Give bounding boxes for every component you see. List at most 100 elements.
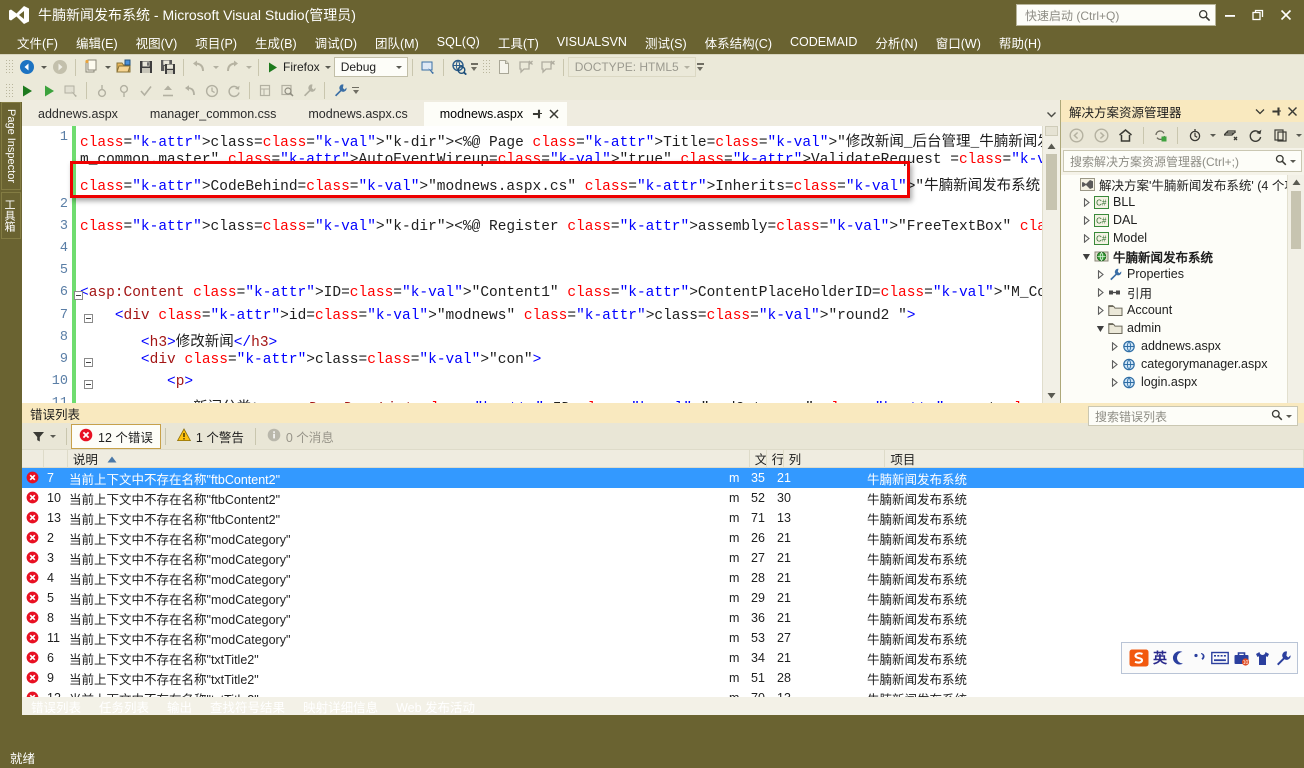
column-header-icon[interactable] [22, 449, 44, 468]
tree-node-4[interactable]: C# Model [1061, 229, 1287, 247]
menu-item-7[interactable]: 团队(M) [366, 30, 428, 55]
panel-tab-1[interactable]: 错误列表 [22, 696, 90, 717]
history-icon[interactable] [201, 80, 223, 101]
menu-item-2[interactable]: 编辑(E) [67, 30, 127, 55]
menu-item-14[interactable]: 分析(N) [866, 30, 926, 55]
tree-node-2[interactable]: C# BLL [1061, 193, 1287, 211]
toolbar-grip[interactable] [5, 59, 13, 75]
toolbar-grip[interactable] [481, 59, 490, 75]
step-out-icon[interactable] [157, 80, 179, 101]
browse-with-icon[interactable] [448, 57, 470, 78]
solution-explorer-search-input[interactable]: 搜索解决方案资源管理器(Ctrl+;) [1063, 150, 1302, 172]
tree-node-1[interactable]: 解决方案'牛腩新闻发布系统' (4 个项 [1061, 175, 1287, 193]
forward-icon[interactable] [1090, 124, 1114, 146]
sogou-logo-icon[interactable] [1126, 645, 1152, 671]
sogou-ime-toolbar[interactable]: 英 10 [1121, 642, 1298, 674]
ime-mode-label[interactable]: 英 [1153, 648, 1167, 668]
chevron-right-icon[interactable] [1093, 267, 1107, 281]
chevron-right-icon[interactable] [1107, 375, 1121, 389]
column-header-line[interactable]: 行 [767, 449, 784, 468]
toolbar-overflow-button[interactable] [470, 58, 479, 76]
quick-launch-input[interactable]: 快速启动 (Ctrl+Q) [1016, 4, 1216, 26]
tree-node-7[interactable]: 引用 [1061, 283, 1287, 301]
error-row[interactable]: 7 当前上下文中不存在名称"ftbContent2" m 35 21 牛腩新闻发布系统 [22, 468, 1304, 488]
save-icon[interactable] [135, 57, 157, 78]
collapse-all-icon[interactable] [1269, 124, 1293, 146]
error-row[interactable]: 11 当前上下文中不存在名称"modCategory" m 53 27 牛腩新闻发布系统 [22, 628, 1304, 648]
close-button[interactable] [1272, 2, 1300, 28]
preview-icon[interactable] [276, 80, 298, 101]
navigate-backward-dropdown[interactable] [38, 57, 49, 77]
chevron-right-icon[interactable] [1079, 195, 1093, 209]
attach-process-icon[interactable] [417, 57, 439, 78]
refresh-icon[interactable] [1244, 124, 1268, 146]
chevron-right-icon[interactable] [1107, 339, 1121, 353]
dock-tab-1[interactable]: Page Inspector [1, 102, 21, 190]
panel-menu-icon[interactable] [1252, 103, 1268, 119]
remove-comment-icon[interactable] [537, 57, 559, 78]
error-row[interactable]: 2 当前上下文中不存在名称"modCategory" m 26 21 牛腩新闻发布系统 [22, 528, 1304, 548]
menu-item-6[interactable]: 调试(D) [306, 30, 366, 55]
editor-split-handle[interactable] [1045, 126, 1058, 136]
breakpoint-down-icon[interactable] [113, 80, 135, 101]
add-comment-icon[interactable] [515, 57, 537, 78]
panel-tab-5[interactable]: 映射详细信息 [294, 696, 387, 717]
moon-icon[interactable] [1168, 645, 1188, 671]
undo-icon[interactable] [188, 57, 210, 78]
refresh-icon[interactable] [223, 80, 245, 101]
settings-wrench-icon[interactable] [329, 80, 351, 101]
close-icon[interactable] [1284, 103, 1300, 119]
menu-item-12[interactable]: 体系结构(C) [696, 30, 781, 55]
open-file-icon[interactable] [113, 57, 135, 78]
collapse-region-toggle[interactable] [84, 380, 93, 390]
panel-tab-4[interactable]: 查找符号结果 [201, 696, 294, 717]
solution-explorer-scrollbar[interactable] [1287, 175, 1304, 403]
column-header-description[interactable]: 说明 [68, 449, 750, 468]
chevron-right-icon[interactable] [1093, 285, 1107, 299]
start-icon[interactable] [16, 80, 38, 101]
solution-tree[interactable]: 解决方案'牛腩新闻发布系统' (4 个项 C# BLL C# DAL C# Model 牛腩新… [1061, 175, 1287, 403]
column-header-number[interactable] [44, 449, 68, 468]
error-row[interactable]: 6 当前上下文中不存在名称"txtTitle2" m 34 21 牛腩新闻发布系统 [22, 648, 1304, 668]
column-header-column[interactable]: 列 [784, 449, 886, 468]
redo-dropdown[interactable] [243, 57, 254, 77]
filter-button[interactable] [28, 426, 62, 446]
preview-selected-items-icon[interactable] [1183, 124, 1207, 146]
new-project-icon[interactable] [80, 57, 102, 78]
menu-item-3[interactable]: 视图(V) [127, 30, 187, 55]
pin-icon[interactable] [1268, 103, 1284, 119]
undo-dropdown[interactable] [210, 57, 221, 77]
error-list-search-input[interactable]: 搜索错误列表 [1088, 406, 1298, 426]
toolbar-overflow-button[interactable] [696, 58, 705, 76]
new-project-dropdown[interactable] [102, 57, 113, 77]
chevron-right-icon[interactable] [1079, 231, 1093, 245]
navigate-forward-button[interactable] [49, 57, 71, 78]
keyboard-icon[interactable] [1210, 645, 1230, 671]
menu-item-13[interactable]: CODEMAID [781, 32, 866, 52]
save-all-icon[interactable] [157, 57, 179, 78]
toolbar-overflow-button[interactable] [351, 82, 360, 100]
start-debugging-button[interactable]: Firefox [263, 60, 323, 74]
navigate-backward-button[interactable] [16, 57, 38, 78]
scrollbar-thumb[interactable] [1291, 191, 1301, 249]
code-line[interactable]: class="k-attr">class=class="k-val">"k-di… [80, 130, 1042, 151]
tab-overflow-button[interactable] [1044, 107, 1058, 121]
error-row[interactable]: 8 当前上下文中不存在名称"modCategory" m 36 21 牛腩新闻发布系统 [22, 608, 1304, 628]
undo-debug-icon[interactable] [179, 80, 201, 101]
menu-item-8[interactable]: SQL(Q) [428, 32, 489, 52]
warnings-toggle[interactable]: 1 个警告 [170, 425, 251, 448]
menu-item-10[interactable]: VISUALSVN [548, 32, 636, 52]
code-line[interactable]: <h3>修改新闻</h3> [80, 330, 277, 351]
comma-icon[interactable] [1189, 645, 1209, 671]
start-debugging-dropdown[interactable] [323, 57, 334, 77]
attach-debug-icon[interactable] [60, 80, 82, 101]
code-line[interactable]: <div class="k-attr">class=class="k-val">… [80, 352, 541, 368]
dock-tab-2[interactable]: 工具箱 [1, 192, 21, 239]
home-icon[interactable] [1114, 124, 1138, 146]
code-line[interactable]: class="k-attr">class=class="k-val">"k-di… [80, 219, 1042, 235]
code-line[interactable]: <asp:Content class="k-attr">ID=class="k-… [80, 285, 1042, 301]
skin-icon[interactable] [1252, 645, 1272, 671]
code-line[interactable]: class="k-attr">CodeBehind=class="k-val">… [80, 174, 1042, 195]
scrollbar-thumb[interactable] [1046, 154, 1057, 210]
database-icon[interactable] [254, 80, 276, 101]
